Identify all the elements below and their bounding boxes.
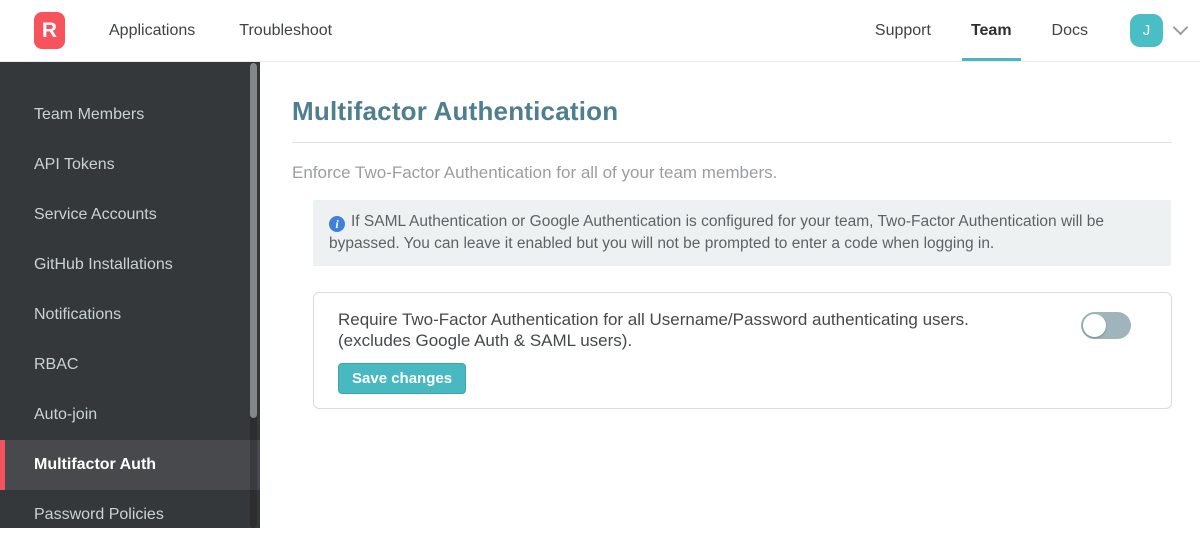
mfa-setting-label: Require Two-Factor Authentication for al… bbox=[338, 309, 1147, 351]
mfa-setting-card: Require Two-Factor Authentication for al… bbox=[313, 292, 1172, 409]
account-menu[interactable]: J bbox=[1130, 0, 1189, 61]
info-banner-text: If SAML Authentication or Google Authent… bbox=[329, 213, 1105, 252]
info-banner: i If SAML Authentication or Google Authen… bbox=[313, 200, 1171, 266]
sidebar-item-auto-join[interactable]: Auto-join bbox=[0, 390, 260, 440]
sidebar-item-password-policies[interactable]: Password Policies bbox=[0, 490, 260, 540]
mfa-toggle[interactable] bbox=[1081, 312, 1131, 339]
sidebar-item-rbac[interactable]: RBAC bbox=[0, 340, 260, 390]
sidebar-item-github-installations[interactable]: GitHub Installations bbox=[0, 240, 260, 290]
settings-section: i If SAML Authentication or Google Authen… bbox=[313, 200, 1172, 409]
primary-nav: Applications Troubleshoot bbox=[109, 0, 376, 61]
mfa-setting-label-line2: (excludes Google Auth & SAML users). bbox=[338, 331, 633, 350]
header-spacer bbox=[376, 0, 835, 61]
sidebar-item-service-accounts[interactable]: Service Accounts bbox=[0, 190, 260, 240]
sidebar-item-team-members[interactable]: Team Members bbox=[0, 90, 260, 140]
save-changes-button[interactable]: Save changes bbox=[338, 363, 467, 394]
nav-troubleshoot[interactable]: Troubleshoot bbox=[239, 0, 332, 61]
page-title: Multifactor Authentication bbox=[292, 96, 619, 126]
secondary-nav: Support Team Docs bbox=[835, 0, 1088, 61]
page-subtitle: Enforce Two-Factor Authentication for al… bbox=[292, 163, 778, 182]
settings-sidebar: Team Members API Tokens Service Accounts… bbox=[0, 62, 260, 528]
sidebar-item-notifications[interactable]: Notifications bbox=[0, 290, 260, 340]
sidebar-item-api-tokens[interactable]: API Tokens bbox=[0, 140, 260, 190]
mfa-toggle-knob[interactable] bbox=[1083, 314, 1106, 337]
nav-support[interactable]: Support bbox=[875, 0, 931, 61]
main-content: Multifactor Authentication Enforce Two-F… bbox=[260, 62, 1200, 528]
nav-applications[interactable]: Applications bbox=[109, 0, 195, 61]
top-header: R Applications Troubleshoot Support Team… bbox=[0, 0, 1200, 62]
sidebar-nav-list: Team Members API Tokens Service Accounts… bbox=[0, 62, 260, 540]
sidebar-item-multifactor-auth[interactable]: Multifactor Auth bbox=[0, 440, 260, 490]
user-avatar[interactable]: J bbox=[1130, 14, 1163, 47]
rollbar-logo-icon[interactable]: R bbox=[34, 12, 65, 49]
chevron-down-icon[interactable] bbox=[1172, 19, 1189, 36]
info-icon: i bbox=[329, 216, 345, 232]
title-divider bbox=[292, 142, 1172, 143]
sidebar-scrollbar-thumb[interactable] bbox=[250, 63, 257, 418]
nav-team[interactable]: Team bbox=[962, 0, 1021, 61]
mfa-setting-label-line1: Require Two-Factor Authentication for al… bbox=[338, 310, 969, 329]
nav-docs[interactable]: Docs bbox=[1052, 0, 1088, 61]
